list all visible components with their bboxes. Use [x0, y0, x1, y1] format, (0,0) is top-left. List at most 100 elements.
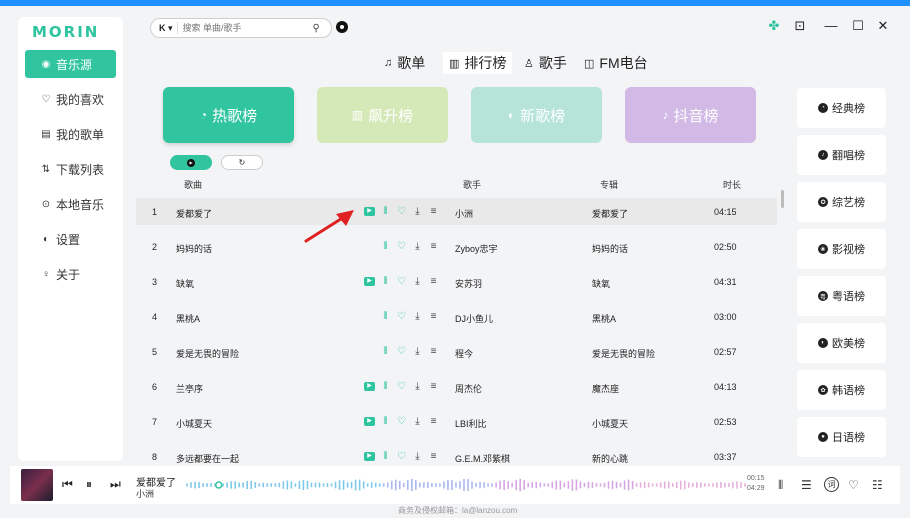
audio-quality-icon[interactable]: ⦀ [380, 450, 391, 463]
album-name[interactable]: 缺氧 [592, 277, 610, 290]
song-title[interactable]: 兰亭序 [176, 382, 203, 395]
heart-icon[interactable]: ♡ [396, 345, 407, 358]
heart-icon[interactable]: ♡ [396, 275, 407, 288]
favorite-icon[interactable]: ♡ [848, 478, 859, 492]
mini-mode-icon[interactable]: ⊡ [792, 18, 808, 34]
ranking-item-0[interactable]: ◔ 经典榜 [797, 88, 886, 128]
mv-play-icon[interactable]: ▶ [364, 417, 375, 426]
song-title[interactable]: 小城夏天 [176, 417, 212, 430]
song-title[interactable]: 多远都要在一起 [176, 452, 239, 465]
sidebar-item-6[interactable]: ♀ 关于 [25, 260, 116, 288]
audio-quality-icon[interactable]: ⦀ [380, 275, 391, 288]
audio-quality-icon[interactable]: ⦀ [380, 345, 391, 358]
heart-icon[interactable]: ♡ [396, 310, 407, 323]
artist-name[interactable]: 周杰伦 [455, 382, 482, 395]
audio-quality-icon[interactable]: ⦀ [380, 380, 391, 393]
add-to-playlist-icon[interactable]: ≡ [428, 380, 439, 393]
download-icon[interactable]: ⤓ [412, 275, 423, 288]
ranking-item-2[interactable]: ✪ 综艺榜 [797, 182, 886, 222]
add-to-playlist-icon[interactable]: ≡ [428, 310, 439, 323]
waveform-progress[interactable] [185, 478, 747, 492]
search-box[interactable]: K ▾ ⚲ [150, 18, 332, 38]
next-icon[interactable]: ⏭ [110, 477, 121, 492]
audio-quality-icon[interactable]: ⦀ [380, 240, 391, 253]
ranking-item-5[interactable]: ◐ 欧美榜 [797, 323, 886, 363]
play-all-button[interactable]: ▶ [170, 155, 212, 170]
download-icon[interactable]: ⤓ [412, 450, 423, 463]
artist-name[interactable]: 安苏羽 [455, 277, 482, 290]
sidebar-item-0[interactable]: ◉ 音乐源 [25, 50, 116, 78]
heart-icon[interactable]: ♡ [396, 205, 407, 218]
album-name[interactable]: 黑桃A [592, 312, 616, 325]
ranking-item-3[interactable]: ❀ 影视榜 [797, 229, 886, 269]
ranking-item-6[interactable]: ✿ 韩语榜 [797, 370, 886, 410]
heart-icon[interactable]: ♡ [396, 380, 407, 393]
audio-quality-icon[interactable]: ⦀ [380, 310, 391, 323]
table-row[interactable]: 5爱是无畏的冒险▶⦀♡⤓≡程今爱是无畏的冒险02:57 [136, 338, 777, 365]
sidebar-item-2[interactable]: ▤ 我的歌单 [25, 120, 116, 148]
download-icon[interactable]: ⤓ [412, 345, 423, 358]
download-icon[interactable]: ⤓ [412, 205, 423, 218]
table-row[interactable]: 6 兰亭序 ▶ ⦀ ♡ ⤓ ≡ 周杰伦 魔杰座 04:13 [136, 373, 777, 400]
sidebar-item-3[interactable]: ⇅ 下载列表 [25, 155, 116, 183]
heart-icon[interactable]: ♡ [396, 240, 407, 253]
chart-card-new[interactable]: ◐ 新歌榜 [471, 87, 602, 143]
tab-singers[interactable]: ♙ 歌手 [524, 52, 567, 74]
mv-play-icon[interactable]: ▶ [364, 382, 375, 391]
artist-name[interactable]: G.E.M.邓紫棋 [455, 452, 510, 465]
song-title[interactable]: 妈妈的话 [176, 242, 212, 255]
sidebar-item-4[interactable]: ⊙ 本地音乐 [25, 190, 116, 218]
add-to-playlist-icon[interactable]: ≡ [428, 415, 439, 428]
chart-card-douyin[interactable]: ♪ 抖音榜 [625, 87, 756, 143]
album-cover[interactable] [21, 469, 53, 501]
audio-quality-icon[interactable]: ⦀ [380, 415, 391, 428]
album-name[interactable]: 新的心跳 [592, 452, 628, 465]
chart-card-rising[interactable]: ▥ 飙升榜 [317, 87, 448, 143]
artist-name[interactable]: 小洲 [455, 207, 473, 220]
ranking-item-1[interactable]: ♪ 翻唱榜 [797, 135, 886, 175]
add-to-playlist-icon[interactable]: ≡ [428, 345, 439, 358]
heart-icon[interactable]: ♡ [396, 415, 407, 428]
add-to-playlist-icon[interactable]: ≡ [428, 275, 439, 288]
source-selector[interactable]: K ▾ [151, 22, 178, 34]
tab-charts[interactable]: ▥ 排行榜 [443, 52, 513, 74]
album-name[interactable]: 小城夏天 [592, 417, 628, 430]
album-name[interactable]: 魔杰座 [592, 382, 619, 395]
mv-play-icon[interactable]: ▶ [364, 207, 375, 216]
table-row[interactable]: 2妈妈的话▶⦀♡⤓≡Zyboy忠宇妈妈的话02:50 [136, 233, 777, 260]
download-icon[interactable]: ⤓ [412, 310, 423, 323]
ranking-item-4[interactable]: 粤粤语榜 [797, 276, 886, 316]
tab-playlist[interactable]: ♫ 歌单 [384, 52, 425, 74]
ranking-item-7[interactable]: ● 日语榜 [797, 417, 886, 457]
vinyl-disc-icon[interactable] [336, 21, 348, 33]
artist-name[interactable]: Zyboy忠宇 [455, 242, 498, 255]
pause-icon[interactable]: ⏸ [86, 477, 92, 492]
artist-name[interactable]: DJ小鱼儿 [455, 312, 493, 325]
album-name[interactable]: 爱都爱了 [592, 207, 628, 220]
queue-icon[interactable]: ☷ [872, 478, 883, 492]
sidebar-item-1[interactable]: ♡ 我的喜欢 [25, 85, 116, 113]
table-row[interactable]: 3 缺氧 ▶ ⦀ ♡ ⤓ ≡ 安苏羽 缺氧 04:31 [136, 268, 777, 295]
play-mode-icon[interactable]: ☰ [801, 478, 812, 492]
mv-play-icon[interactable]: ▶ [364, 277, 375, 286]
minimize-icon[interactable]: — [823, 18, 839, 33]
maximize-icon[interactable]: ☐ [850, 18, 866, 34]
download-icon[interactable]: ⤓ [412, 415, 423, 428]
scrollbar-thumb[interactable] [781, 190, 784, 208]
skin-icon[interactable]: ✤ [766, 18, 782, 34]
sidebar-item-5[interactable]: ◐ 设置 [25, 225, 116, 253]
download-icon[interactable]: ⤓ [412, 380, 423, 393]
close-icon[interactable]: ✕ [875, 18, 891, 34]
audio-quality-icon[interactable]: ⦀ [380, 205, 391, 218]
refresh-button[interactable]: ↻ [221, 155, 263, 170]
song-title[interactable]: 缺氧 [176, 277, 194, 290]
table-row[interactable]: 1 爱都爱了 ▶ ⦀ ♡ ⤓ ≡ 小洲 爱都爱了 04:15 [136, 198, 777, 225]
table-row[interactable]: 7 小城夏天 ▶ ⦀ ♡ ⤓ ≡ LBI利比 小城夏天 02:53 [136, 408, 777, 435]
artist-name[interactable]: 程今 [455, 347, 473, 360]
album-name[interactable]: 妈妈的话 [592, 242, 628, 255]
song-title[interactable]: 黑桃A [176, 312, 200, 325]
album-name[interactable]: 爱是无畏的冒险 [592, 347, 655, 360]
add-to-playlist-icon[interactable]: ≡ [428, 205, 439, 218]
lyrics-button[interactable]: 词 [824, 477, 839, 492]
heart-icon[interactable]: ♡ [396, 450, 407, 463]
